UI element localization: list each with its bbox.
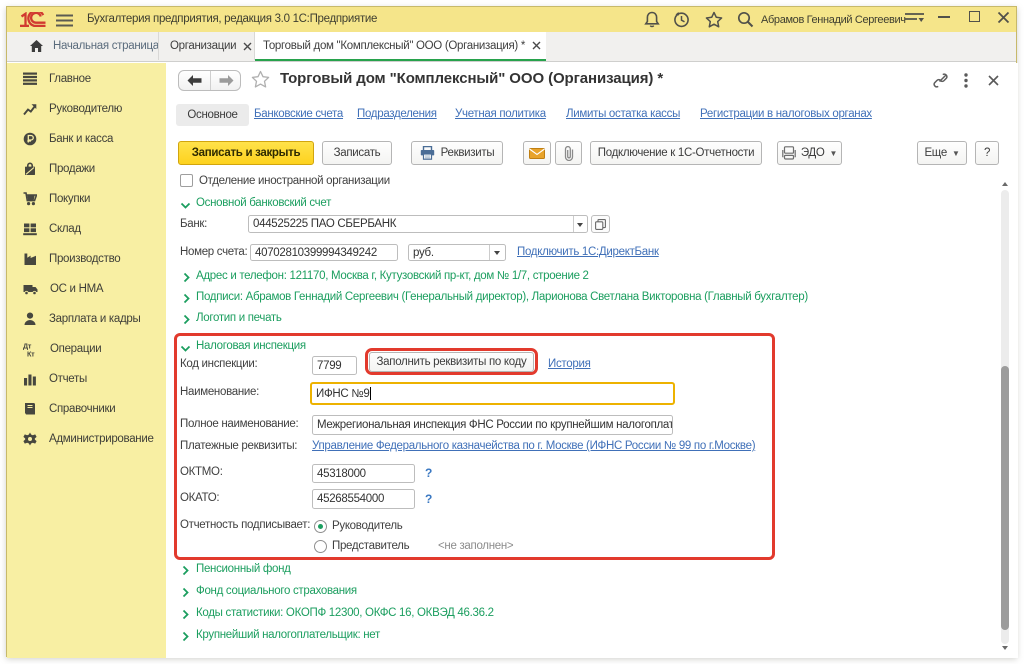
svg-text:Кт: Кт: [27, 349, 35, 357]
